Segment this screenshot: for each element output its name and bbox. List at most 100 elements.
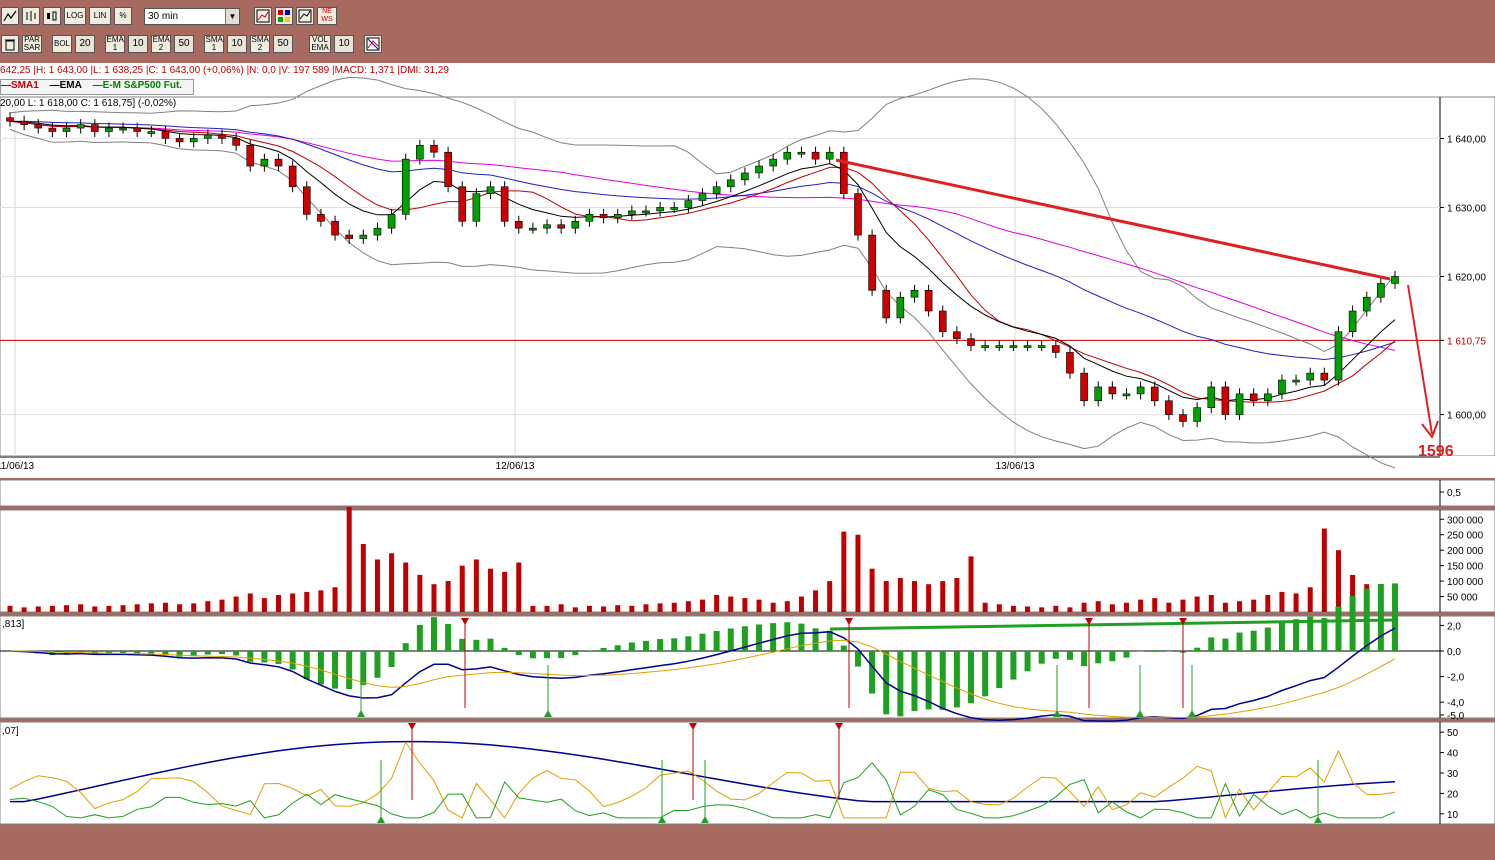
candle: [1150, 386, 1159, 402]
macd-histogram-bar: [1264, 627, 1271, 651]
candle: [1193, 407, 1201, 422]
dmi-label: ,07]: [2, 726, 19, 737]
volume-bar: [558, 604, 564, 612]
macd-histogram-bar: [1095, 651, 1102, 664]
volume-bar: [1208, 595, 1214, 612]
bottom-frame: [0, 830, 1495, 860]
candle: [430, 145, 438, 153]
date-label-2: 13/06/13: [996, 461, 1035, 472]
candle: [1037, 345, 1046, 348]
macd-histogram-bar: [642, 640, 649, 651]
macd-histogram-bar: [459, 638, 466, 651]
macd-histogram-bar: [1392, 583, 1398, 651]
candle: [981, 345, 989, 348]
volume-bar: [403, 562, 409, 612]
vol-tick-label-2: 200 000: [1447, 546, 1484, 557]
volume-bar: [586, 605, 592, 612]
volume-bar: [657, 603, 663, 612]
volume-bar: [360, 544, 366, 612]
volume-bar: [346, 506, 352, 612]
candle: [585, 214, 594, 222]
volume-bar: [883, 581, 889, 612]
candle: [924, 290, 933, 312]
candle: [359, 234, 368, 239]
candle: [953, 331, 961, 339]
macd-histogram-bar: [1293, 619, 1300, 651]
volume-bar: [78, 604, 84, 612]
volume-bar: [219, 599, 225, 612]
candle: [401, 158, 410, 215]
macd-histogram-bar: [1066, 651, 1073, 660]
candle: [712, 186, 721, 194]
candle: [854, 193, 862, 236]
macd-histogram-bar: [134, 651, 141, 654]
candle: [938, 310, 947, 333]
candle: [1334, 331, 1343, 381]
candle: [825, 151, 834, 160]
volume-bar: [643, 604, 649, 612]
volume-bar: [572, 607, 578, 612]
volume-bar: [855, 534, 861, 612]
macd-histogram-bar: [275, 651, 282, 664]
candle: [1249, 393, 1258, 402]
macd-tick-label-3: -4,0: [1447, 698, 1465, 709]
macd-histogram-bar: [148, 651, 155, 654]
candle: [500, 186, 509, 222]
volume-bar: [318, 590, 324, 612]
volume-bar: [954, 578, 960, 612]
candle: [967, 338, 975, 346]
candle: [1221, 386, 1230, 415]
candle: [1362, 296, 1371, 312]
volume-bar: [304, 591, 310, 612]
volume-bar: [1138, 599, 1144, 612]
macd-histogram-bar: [430, 617, 437, 651]
macd-histogram-bar: [416, 624, 423, 651]
candle: [444, 151, 452, 188]
candle: [387, 214, 396, 229]
candle: [783, 151, 792, 160]
volume-bar: [49, 605, 55, 612]
candle: [1377, 283, 1385, 298]
candle: [797, 151, 806, 155]
candle: [910, 290, 919, 298]
volume-bar: [177, 604, 183, 612]
price-tick-label-3: 1 610,75: [1447, 336, 1486, 347]
volume-bar: [1265, 595, 1271, 612]
macd-histogram-bar: [1165, 651, 1172, 652]
macd-histogram-bar: [727, 628, 734, 651]
macd-histogram-bar: [614, 645, 621, 651]
macd-histogram-bar: [1081, 651, 1088, 667]
candle: [90, 124, 99, 132]
macd-histogram-bar: [911, 651, 918, 712]
candle: [1165, 400, 1173, 415]
candle: [175, 138, 184, 143]
volume-bar: [996, 604, 1002, 612]
macd-tick-label-0: 2,0: [1447, 621, 1461, 632]
volume-bar: [92, 606, 98, 612]
macd-histogram-bar: [1123, 651, 1130, 658]
price-tick-label-4: 1 600,00: [1447, 411, 1486, 422]
candle: [1066, 352, 1074, 374]
candle: [529, 227, 537, 231]
date-label-0: 11/06/13: [0, 461, 35, 472]
volume-bar: [1321, 528, 1327, 612]
candle: [1009, 345, 1018, 348]
macd-histogram-bar: [968, 651, 975, 704]
candle: [1278, 379, 1286, 395]
dmi-tick-label-0: 50: [1447, 728, 1459, 739]
volume-bar: [1293, 593, 1299, 612]
volume-bar: [544, 605, 550, 612]
vol-tick-label-0: 300 000: [1447, 515, 1484, 526]
volume-bar: [276, 595, 282, 612]
macd-histogram-bar: [572, 651, 579, 655]
price-tick-label-1: 1 630,00: [1447, 203, 1486, 214]
candle: [670, 207, 679, 210]
candle: [755, 165, 763, 174]
volume-bar: [1095, 601, 1101, 612]
macd-histogram-bar: [1278, 621, 1285, 651]
macd-histogram-bar: [713, 630, 720, 651]
macd-histogram-bar: [798, 623, 805, 651]
price-chart[interactable]: 11/06/13 12/06/13 13/06/13 1 640,00 1 630,00…: [0, 0, 1495, 860]
dmi-tick-label-2: 30: [1447, 769, 1459, 780]
candle: [486, 186, 495, 194]
